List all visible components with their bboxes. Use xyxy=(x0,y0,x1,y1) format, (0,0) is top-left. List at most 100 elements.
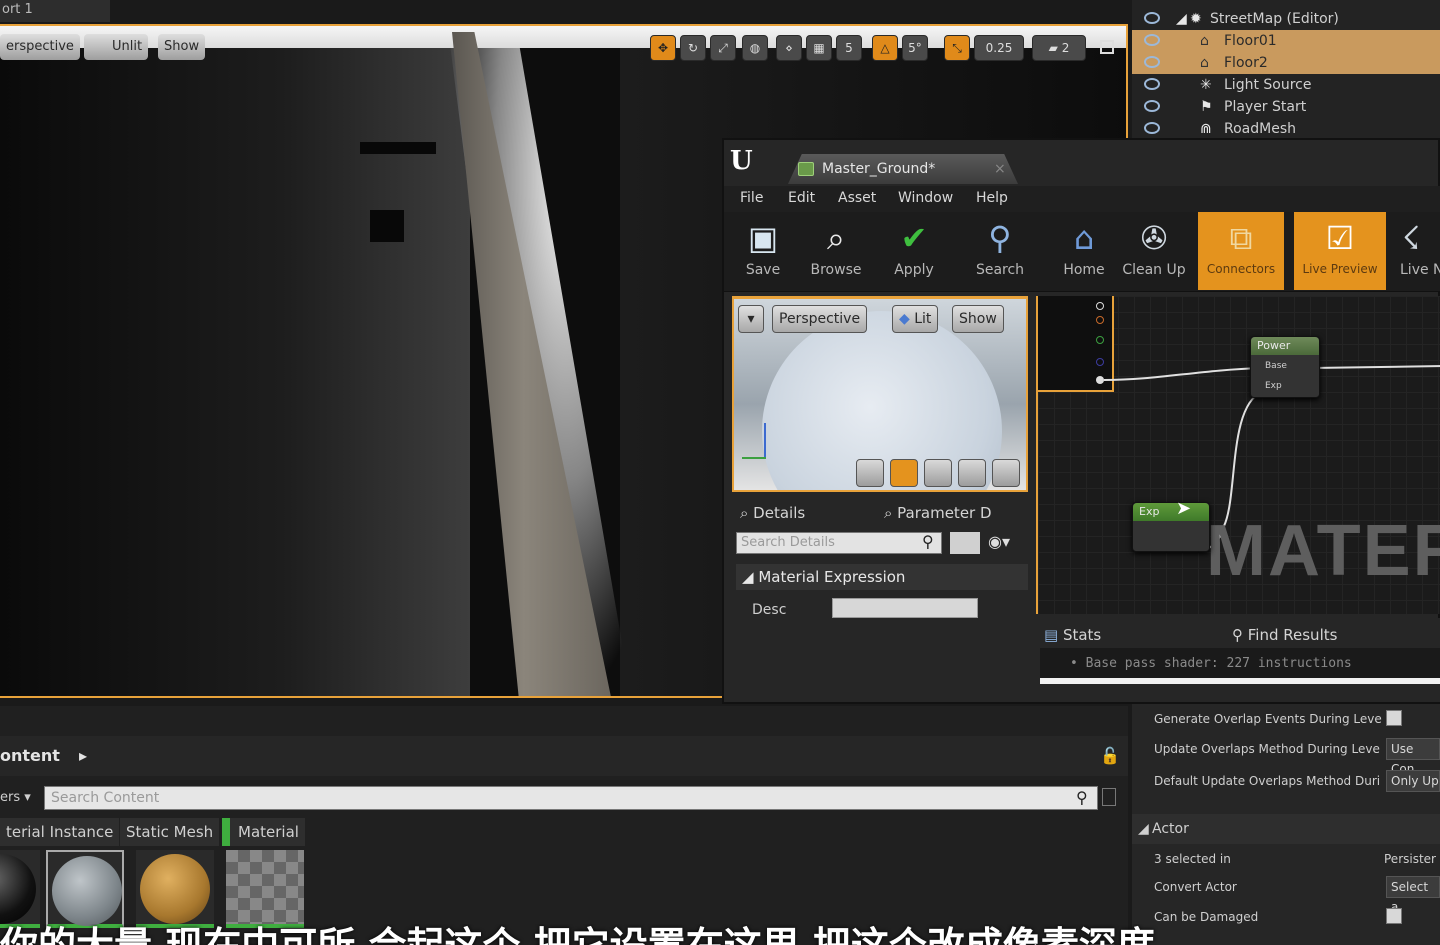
checker-thumbnail[interactable] xyxy=(226,850,304,928)
world-local-button[interactable]: ◍ xyxy=(742,35,768,61)
translate-tool-button[interactable]: ✥ xyxy=(650,35,676,61)
search-button[interactable]: ⚲ Search xyxy=(960,212,1040,290)
details-panel: ⌕ Details ⌕ Parameter D Search Details ⚲… xyxy=(732,496,1028,702)
scale-snap-button[interactable]: ⤡ xyxy=(944,35,970,61)
menu-edit[interactable]: Edit xyxy=(788,190,815,206)
wall-notch xyxy=(370,210,404,242)
clean-up-button[interactable]: ✇ Clean Up xyxy=(1116,212,1192,290)
scale-tool-button[interactable]: ⤢ xyxy=(710,35,736,61)
show-button[interactable]: Show xyxy=(158,34,206,60)
can-be-damaged-checkbox[interactable] xyxy=(1386,908,1402,924)
rotate-tool-button[interactable]: ↻ xyxy=(680,35,706,61)
surface-snap-button[interactable]: ⋄ xyxy=(776,35,802,61)
rotation-snap-value[interactable]: 5° xyxy=(902,35,928,61)
preview-options-dropdown[interactable]: ▾ xyxy=(738,305,764,333)
visibility-eye-icon[interactable] xyxy=(1144,122,1160,134)
default-update-overlaps-dropdown[interactable]: Only Up xyxy=(1386,770,1440,792)
preview-sphere-button[interactable] xyxy=(890,459,918,487)
search-content-input[interactable]: Search Content xyxy=(44,786,1098,810)
menu-window[interactable]: Window xyxy=(898,190,953,206)
grid-snap-button[interactable]: ▦ xyxy=(806,35,832,61)
search-details-input[interactable]: Search Details xyxy=(736,532,942,554)
power-pin-base[interactable]: Base xyxy=(1265,361,1287,371)
section-title: Material Expression xyxy=(758,568,906,586)
visibility-eye-icon[interactable] xyxy=(1144,34,1160,46)
outliner-row-floor01[interactable]: ⌂ Floor01 xyxy=(1132,30,1440,52)
filter-static-mesh[interactable]: Static Mesh xyxy=(120,818,220,846)
perspective-label: erspective xyxy=(6,39,74,54)
desc-input[interactable] xyxy=(832,598,978,618)
lock-icon[interactable]: 🔓 xyxy=(1100,736,1120,776)
actor-section[interactable]: ◢ Actor xyxy=(1132,814,1440,844)
outliner-row-floor2[interactable]: ⌂ Floor2 xyxy=(1132,52,1440,74)
preview-mesh-button[interactable] xyxy=(992,459,1020,487)
material-editor-window: U Master_Ground* × File Edit Asset Windo… xyxy=(722,138,1440,704)
search-icon: ⚲ xyxy=(988,219,1012,257)
preview-plane-button[interactable] xyxy=(924,459,952,487)
asset-thumbnail[interactable] xyxy=(0,850,40,928)
material-preview-viewport[interactable]: ▾ Perspective ◆ Lit Show xyxy=(732,296,1028,492)
history-icon[interactable] xyxy=(1102,788,1116,806)
preview-lit-button[interactable]: ◆ Lit xyxy=(892,305,939,333)
asset-thumbnail-selected[interactable] xyxy=(46,850,124,928)
close-tab-icon[interactable]: × xyxy=(994,154,1006,184)
preview-perspective-label: Perspective xyxy=(779,311,861,327)
menu-file[interactable]: File xyxy=(740,190,763,206)
apply-button[interactable]: ✔ Apply xyxy=(874,212,954,290)
preview-cube-button[interactable] xyxy=(958,459,986,487)
outliner-row-light-source[interactable]: ✳ Light Source xyxy=(1132,74,1440,96)
visibility-eye-icon[interactable] xyxy=(1144,12,1160,24)
outliner-row-roadmesh[interactable]: ⋒ RoadMesh xyxy=(1132,118,1440,140)
clean-up-label: Clean Up xyxy=(1122,262,1186,278)
home-button[interactable]: ⌂ Home xyxy=(1046,212,1122,290)
visibility-eye-icon[interactable] xyxy=(1144,100,1160,112)
clean-up-icon: ✇ xyxy=(1140,219,1168,257)
visibility-eye-icon[interactable] xyxy=(1144,56,1160,68)
generate-overlap-checkbox[interactable] xyxy=(1386,710,1402,726)
perspective-button[interactable]: erspective xyxy=(0,34,80,60)
breadcrumb-arrow-icon[interactable]: ▸ xyxy=(79,746,87,765)
scale-snap-value[interactable]: 0.25 xyxy=(974,35,1024,61)
convert-actor-dropdown[interactable]: Select a xyxy=(1386,876,1440,914)
menu-asset[interactable]: Asset xyxy=(838,190,876,206)
filters-dropdown[interactable]: ers ▾ xyxy=(0,790,31,805)
rotation-snap-button[interactable]: △ xyxy=(872,35,898,61)
filter-material[interactable]: Material xyxy=(222,818,305,846)
viewport-tab[interactable]: ort 1 xyxy=(0,0,110,22)
exp-node[interactable]: Exp xyxy=(1132,502,1210,552)
wire xyxy=(1103,367,1263,381)
save-button[interactable]: ▣ Save xyxy=(728,212,798,290)
material-tab[interactable]: Master_Ground* × xyxy=(788,154,1018,184)
find-results-tab[interactable]: ⚲ Find Results xyxy=(1232,622,1337,648)
eye-dropdown-icon[interactable]: ◉▾ xyxy=(988,532,1010,551)
unlit-label: Unlit xyxy=(112,39,143,54)
view-options-icon[interactable] xyxy=(950,532,980,554)
preview-perspective-button[interactable]: Perspective xyxy=(772,305,868,333)
grid-snap-value[interactable]: 5 xyxy=(836,35,862,61)
live-preview-button[interactable]: ☑ Live Preview xyxy=(1294,212,1386,290)
maximize-viewport-icon[interactable] xyxy=(1100,40,1114,54)
outliner-row-player-start[interactable]: ⚑ Player Start xyxy=(1132,96,1440,118)
visibility-eye-icon[interactable] xyxy=(1144,78,1160,90)
connectors-button[interactable]: ⧉ Connectors xyxy=(1198,212,1284,290)
live-nodes-button[interactable]: ☇ Live N xyxy=(1392,212,1440,290)
material-expression-section[interactable]: ◢ Material Expression xyxy=(736,564,1028,590)
browse-button[interactable]: ⌕ Browse xyxy=(796,212,876,290)
filter-material-instance[interactable]: terial Instance xyxy=(0,818,120,846)
world-icon: ✹ xyxy=(1190,11,1202,27)
material-graph[interactable]: Power Base Exp MATERI Exp ➤ xyxy=(1036,296,1440,614)
update-overlaps-dropdown[interactable]: Use Con xyxy=(1386,738,1440,776)
details-tab[interactable]: ⌕ Details xyxy=(740,500,805,526)
preview-show-button[interactable]: Show xyxy=(952,305,1004,333)
camera-speed-button[interactable]: ▰ 2 xyxy=(1032,35,1086,61)
outliner-row-streetmap[interactable]: ◢ ✹ StreetMap (Editor) xyxy=(1132,8,1440,30)
power-node[interactable]: Power Base Exp xyxy=(1250,336,1320,398)
parameter-defaults-tab[interactable]: ⌕ Parameter D xyxy=(884,500,992,526)
preview-cylinder-button[interactable] xyxy=(856,459,884,487)
asset-thumbnail[interactable] xyxy=(136,850,214,928)
detail-value: Persister xyxy=(1384,852,1436,866)
unlit-button[interactable]: Unlit xyxy=(84,34,149,60)
stats-tab[interactable]: ▤ Stats xyxy=(1044,622,1101,648)
menu-help[interactable]: Help xyxy=(976,190,1008,206)
power-pin-exp[interactable]: Exp xyxy=(1265,381,1282,391)
